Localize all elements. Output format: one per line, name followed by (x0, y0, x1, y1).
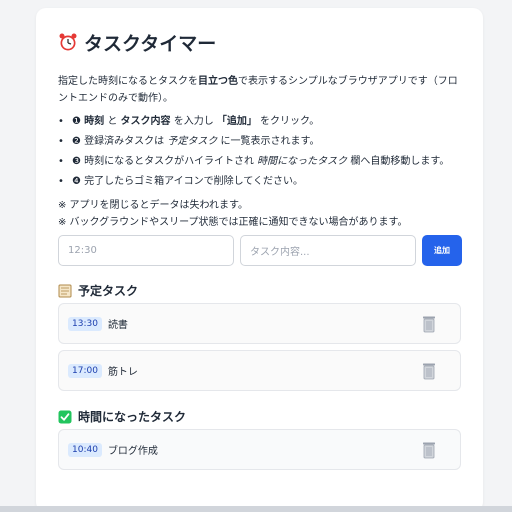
bullet: • (58, 156, 64, 167)
step-italic: 時間になったタスク (257, 156, 348, 167)
alarm-clock-icon (58, 32, 78, 52)
description-bold: 目立つ色 (198, 76, 238, 87)
step-text: ❹ 完了したらゴミ箱アイコンで削除してください。 (72, 176, 303, 188)
bullet: • (58, 176, 64, 187)
instruction-list: • ❶ 時刻 と タスク内容 を入力し 「追加」 をクリック。 • ❷ 登録済み… (58, 116, 461, 196)
step-text-part: をクリック。 (256, 116, 320, 127)
step-bold: タスク内容 (120, 116, 171, 127)
trash-icon[interactable] (421, 315, 437, 333)
description: 指定した時刻になるとタスクを目立つ色で表示するシンプルなブラウザアプリです（フロ… (58, 73, 461, 107)
task-text: 筋トレ (107, 367, 138, 378)
task-item: 17:00 筋トレ (58, 350, 461, 391)
task-time-badge: 13:30 (68, 316, 102, 331)
step-text-part: と (104, 116, 121, 127)
step-bold: 時刻 (84, 116, 105, 127)
trash-icon[interactable] (421, 441, 437, 459)
task-text: ブログ作成 (107, 446, 158, 457)
section-title-text: 予定タスク (78, 284, 139, 298)
instruction-step: • ❹ 完了したらゴミ箱アイコンで削除してください。 (58, 176, 461, 196)
add-task-form: 12:30 タスク内容... 追加 (58, 235, 462, 266)
add-button[interactable]: 追加 (422, 235, 462, 266)
step-text-part: 登録済みタスクは (84, 136, 168, 147)
step-text-part: 完了したらゴミ箱アイコンで削除してください。 (84, 176, 304, 187)
step-text-part: に一覧表示されます。 (217, 136, 320, 147)
main-card: タスクタイマー 指定した時刻になるとタスクを目立つ色で表示するシンプルなブラウザ… (36, 8, 483, 512)
bullet: • (58, 116, 64, 127)
step-text: ❶ 時刻 と タスク内容 を入力し 「追加」 をクリック。 (72, 116, 319, 128)
step-marker: ❷ (72, 136, 81, 147)
step-text: ❸ 時刻になるとタスクがハイライトされ 時間になったタスク 欄へ自動移動します。 (72, 156, 449, 168)
instruction-step: • ❶ 時刻 と タスク内容 を入力し 「追加」 をクリック。 (58, 116, 461, 136)
task-item: 10:40 ブログ作成 (58, 429, 461, 470)
description-part1: 指定した時刻になるとタスクを (58, 76, 198, 87)
note-text: ※ バックグラウンドやスリープ状態では正確に通知できない場合があります。 (58, 217, 408, 228)
instruction-step: • ❷ 登録済みタスクは 予定タスク に一覧表示されます。 (58, 136, 461, 156)
due-section-title: 時間になったタスク (58, 408, 186, 425)
memo-icon (58, 284, 72, 298)
app-header: タスクタイマー (58, 30, 461, 55)
time-input[interactable]: 12:30 (58, 235, 234, 266)
trash-icon[interactable] (421, 362, 437, 380)
notes: ※ アプリを閉じるとデータは失われます。 ※ バックグラウンドやスリープ状態では… (58, 200, 461, 234)
step-marker: ❸ (72, 156, 81, 167)
step-bold: 「追加」 (216, 116, 257, 127)
step-text-part: 時刻になるとタスクがハイライトされ (84, 156, 258, 167)
window-bottom-edge (0, 506, 512, 512)
bullet: • (58, 136, 64, 147)
step-text: ❷ 登録済みタスクは 予定タスク に一覧表示されます。 (72, 136, 320, 148)
task-item: 13:30 読書 (58, 303, 461, 344)
section-title-text: 時間になったタスク (78, 410, 187, 424)
page-title: タスクタイマー (84, 32, 217, 55)
instruction-step: • ❸ 時刻になるとタスクがハイライトされ 時間になったタスク 欄へ自動移動しま… (58, 156, 461, 176)
scheduled-section-title: 予定タスク (58, 282, 138, 299)
step-marker: ❹ (72, 176, 81, 187)
step-marker: ❶ (72, 116, 81, 127)
check-mark-icon (58, 410, 72, 424)
step-italic: 予定タスク (167, 136, 218, 147)
step-text-part: を入力し (170, 116, 217, 127)
step-text-part: 欄へ自動移動します。 (347, 156, 450, 167)
note-text: ※ アプリを閉じるとデータは失われます。 (58, 200, 249, 211)
task-time-badge: 10:40 (68, 442, 102, 457)
task-text: 読書 (107, 320, 128, 331)
task-time-badge: 17:00 (68, 363, 102, 378)
task-input[interactable]: タスク内容... (240, 235, 416, 266)
